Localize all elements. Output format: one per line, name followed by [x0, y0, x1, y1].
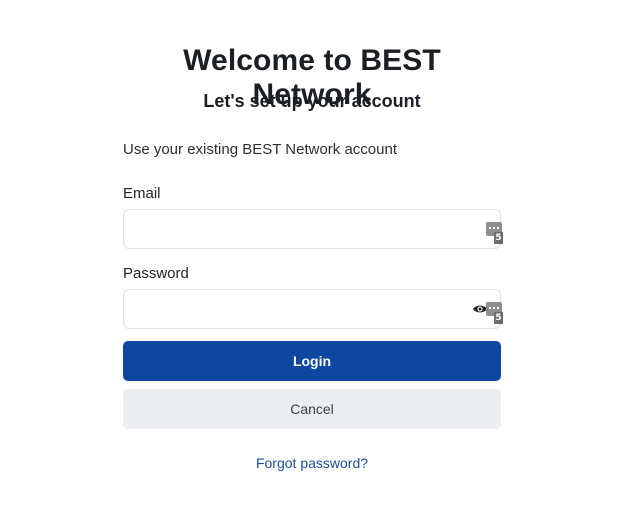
email-label: Email: [123, 185, 161, 202]
page-subtitle: Let's set up your account: [203, 91, 421, 111]
intro-text: Use your existing BEST Network account: [123, 141, 398, 158]
password-label: Password: [123, 265, 189, 282]
password-manager-badge: 5: [494, 232, 503, 244]
login-button[interactable]: Login: [123, 341, 501, 381]
password-field[interactable]: [124, 290, 500, 328]
login-page: Welcome to BEST Network Let's set up you…: [0, 0, 624, 507]
password-field-wrapper: 5: [123, 289, 503, 329]
password-manager-badge: 5: [494, 312, 503, 324]
cancel-button[interactable]: Cancel: [123, 389, 501, 429]
email-field[interactable]: [124, 210, 500, 248]
forgot-password-link[interactable]: Forgot password?: [123, 455, 501, 471]
email-field-wrapper: 5: [123, 209, 503, 249]
